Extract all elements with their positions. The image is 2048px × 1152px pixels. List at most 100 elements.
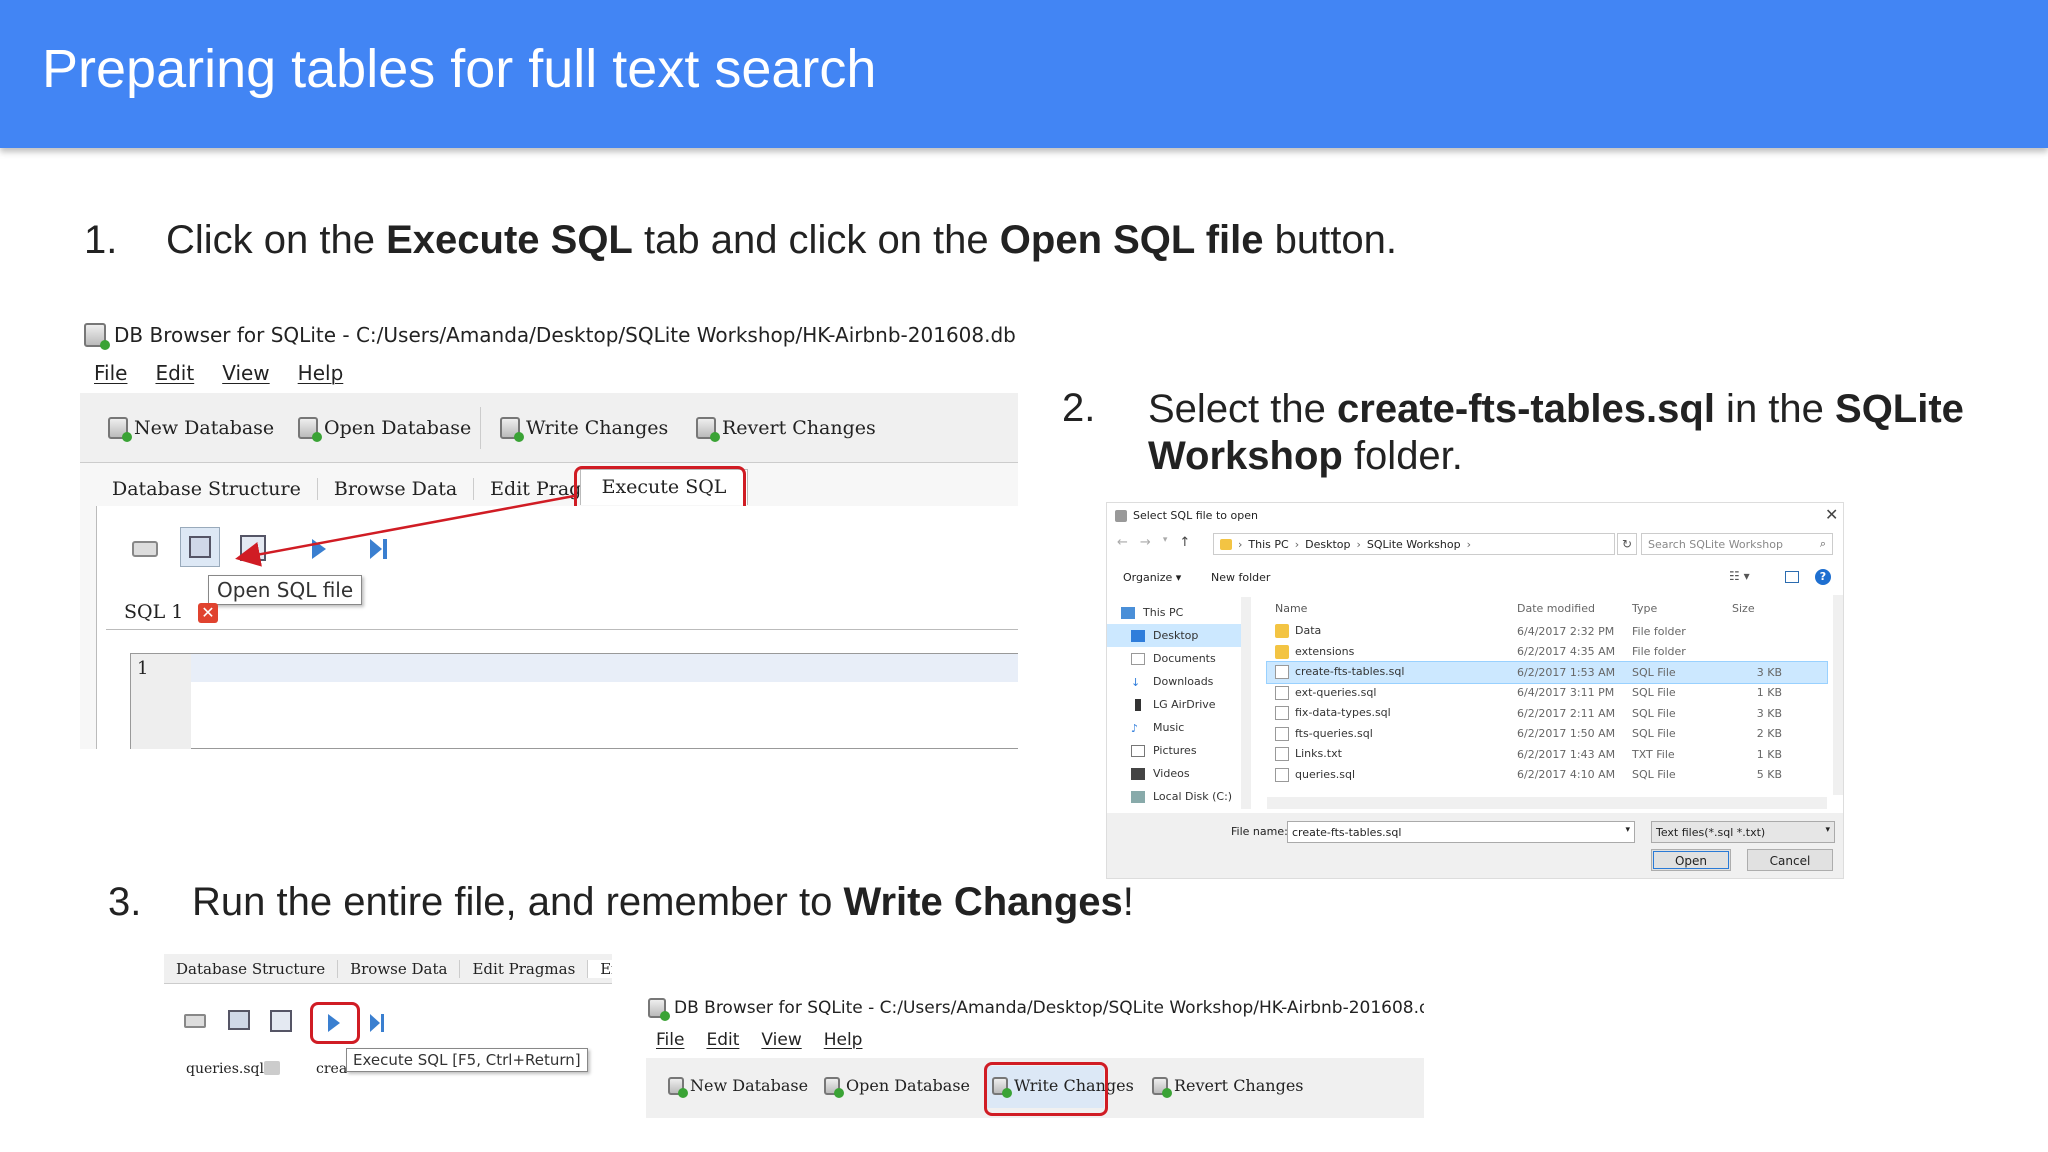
file-name: extensions [1267, 644, 1517, 659]
tab-edit-pragmas[interactable]: Edit Pragmas [460, 959, 589, 978]
horizontal-scrollbar[interactable] [1267, 797, 1827, 809]
tab-database-structure[interactable]: Database Structure [164, 959, 339, 978]
tab-create-sql[interactable]: crea [316, 1061, 347, 1077]
menu-view[interactable]: View [761, 1030, 801, 1050]
list-scrollbar[interactable] [1833, 595, 1843, 795]
file-row[interactable]: extensions 6/2/2017 4:35 AM File folder [1267, 642, 1827, 663]
step1-text: Click on the Execute SQL tab and click o… [166, 218, 1397, 262]
search-input[interactable]: Search SQLite Workshop ⌕ [1641, 533, 1833, 555]
file-date: 6/2/2017 4:10 AM [1517, 768, 1616, 782]
nav-desktop[interactable]: Desktop [1107, 624, 1249, 647]
preview-pane-icon[interactable] [1785, 571, 1799, 583]
file-type-filter[interactable]: Text files(*.sql *.txt) ▾ [1651, 821, 1835, 843]
file-rows: Data 6/4/2017 2:32 PM File folder extension… [1266, 621, 1828, 786]
open-database-label: Open Database [846, 1076, 971, 1095]
file-row[interactable]: fts-queries.sql 6/2/2017 1:50 AM SQL File 2… [1267, 724, 1827, 745]
sql-tab-label[interactable]: SQL 1 [124, 601, 183, 623]
menu-edit[interactable]: Edit [706, 1030, 739, 1050]
organize-menu[interactable]: Organize ▾ [1123, 571, 1181, 584]
file-row[interactable]: Links.txt 6/2/2017 1:43 AM TXT File 1 KB [1267, 744, 1827, 765]
menu-bar: File Edit View Help [656, 1030, 862, 1050]
file-size: 2 KB [1756, 727, 1782, 741]
chevron-down-icon[interactable]: ▾ [1163, 535, 1168, 550]
open-database-button[interactable]: Open Database [824, 1076, 971, 1098]
column-date[interactable]: Date modified [1517, 602, 1632, 615]
file-row[interactable]: ext-queries.sql 6/4/2017 3:11 PM SQL File 1… [1267, 683, 1827, 704]
tab-browse-data[interactable]: Browse Data [338, 959, 461, 978]
file-type: File folder [1632, 645, 1686, 659]
column-size[interactable]: Size [1732, 602, 1782, 615]
open-tab-icon[interactable] [184, 1014, 206, 1028]
column-type[interactable]: Type [1632, 602, 1732, 615]
execute-line-icon[interactable] [370, 1014, 380, 1032]
column-name[interactable]: Name [1267, 602, 1517, 615]
nav-music[interactable]: ♪ Music [1107, 716, 1249, 739]
breadcrumb-this-pc[interactable]: This PC [1248, 538, 1288, 551]
nav-local-disk[interactable]: Local Disk (C:) [1107, 785, 1249, 808]
file-name-field[interactable]: create-fts-tables.sql ▾ [1287, 821, 1635, 843]
open-sql-file-icon[interactable] [228, 1010, 250, 1030]
menu-help[interactable]: Help [824, 1030, 863, 1050]
chevron-down-icon: ▾ [1825, 825, 1830, 835]
file-icon [1275, 726, 1289, 741]
new-database-label: New Database [690, 1076, 809, 1095]
refresh-icon[interactable]: ↻ [1617, 533, 1637, 555]
nav-pictures[interactable]: Pictures [1107, 739, 1249, 762]
file-size: 3 KB [1756, 665, 1782, 679]
file-icon [1275, 747, 1289, 762]
file-icon [1275, 665, 1289, 680]
file-list: Name Date modified Type Size Data 6/4/201… [1266, 595, 1828, 810]
tab-queries-sql[interactable]: queries.sql [186, 1061, 264, 1077]
dbbrowser-screenshot: DB Browser for SQLite - C:/Users/Amanda/… [80, 313, 1018, 749]
nav-this-pc[interactable]: This PC [1107, 601, 1249, 624]
file-type: SQL File [1632, 665, 1676, 679]
close-tab-icon[interactable] [264, 1061, 280, 1075]
file-row[interactable]: create-fts-tables.sql 6/2/2017 1:53 AM SQL… [1266, 661, 1828, 684]
file-row[interactable]: fix-data-types.sql 6/2/2017 2:11 AM SQL Fi… [1267, 703, 1827, 724]
nav-videos[interactable]: Videos [1107, 762, 1249, 785]
revert-changes-button[interactable]: Revert Changes [1152, 1076, 1304, 1098]
back-icon[interactable]: ← [1117, 535, 1128, 550]
nav-documents[interactable]: Documents [1107, 647, 1249, 670]
nav-downloads[interactable]: ↓ Downloads [1107, 670, 1249, 693]
chevron-down-icon: ▾ [1625, 825, 1630, 835]
file-name: fix-data-types.sql [1267, 706, 1517, 721]
forward-icon[interactable]: → [1140, 535, 1151, 550]
close-tab-icon[interactable]: ✕ [198, 603, 218, 623]
file-icon [1275, 685, 1289, 700]
slide-title: Preparing tables for full text search [42, 39, 877, 99]
up-icon[interactable]: ↑ [1179, 535, 1190, 550]
step3-tabs: Database Structure Browse Data Edit Prag… [164, 954, 612, 984]
address-bar[interactable]: › This PC › Desktop › SQLite Workshop › [1213, 533, 1615, 555]
cancel-button[interactable]: Cancel [1747, 849, 1833, 871]
file-size: 3 KB [1756, 706, 1782, 720]
close-icon[interactable]: ✕ [1825, 505, 1838, 524]
save-sql-file-icon[interactable] [270, 1010, 292, 1032]
tab-execute[interactable]: Execute [588, 959, 612, 978]
nav-lg-airdrive[interactable]: LG AirDrive [1107, 693, 1249, 716]
nav-arrows: ← → ▾ ↑ [1117, 535, 1190, 550]
folder-icon [1220, 538, 1232, 550]
file-row[interactable]: queries.sql 6/2/2017 4:10 AM SQL File 5 KB [1267, 765, 1827, 786]
sql-editor[interactable]: 1 [130, 653, 1018, 749]
file-name: create-fts-tables.sql [1267, 665, 1517, 680]
file-name-label: File name: [1231, 825, 1288, 838]
file-date: 6/2/2017 1:53 AM [1517, 665, 1616, 679]
new-database-button[interactable]: New Database [668, 1076, 809, 1098]
execute-all-button[interactable] [328, 1014, 340, 1032]
file-row[interactable]: Data 6/4/2017 2:32 PM File folder [1267, 621, 1827, 642]
dialog-titlebar: Select SQL file to open [1115, 509, 1258, 522]
breadcrumb-desktop[interactable]: Desktop [1305, 538, 1350, 551]
file-type: TXT File [1632, 747, 1675, 761]
folder-icon [1275, 624, 1289, 639]
help-icon[interactable]: ? [1815, 569, 1831, 585]
new-database-icon [668, 1076, 688, 1098]
breadcrumb-sqlite-workshop[interactable]: SQLite Workshop [1367, 538, 1461, 551]
view-options-icon[interactable]: ☷ ▾ [1729, 569, 1750, 583]
new-folder-button[interactable]: New folder [1211, 571, 1270, 584]
folder-icon [1275, 644, 1289, 659]
open-button[interactable]: Open [1651, 849, 1731, 871]
nav-scrollbar[interactable] [1241, 597, 1251, 809]
step3-text: Run the entire file, and remember to Wri… [192, 880, 1134, 924]
menu-file[interactable]: File [656, 1030, 684, 1050]
